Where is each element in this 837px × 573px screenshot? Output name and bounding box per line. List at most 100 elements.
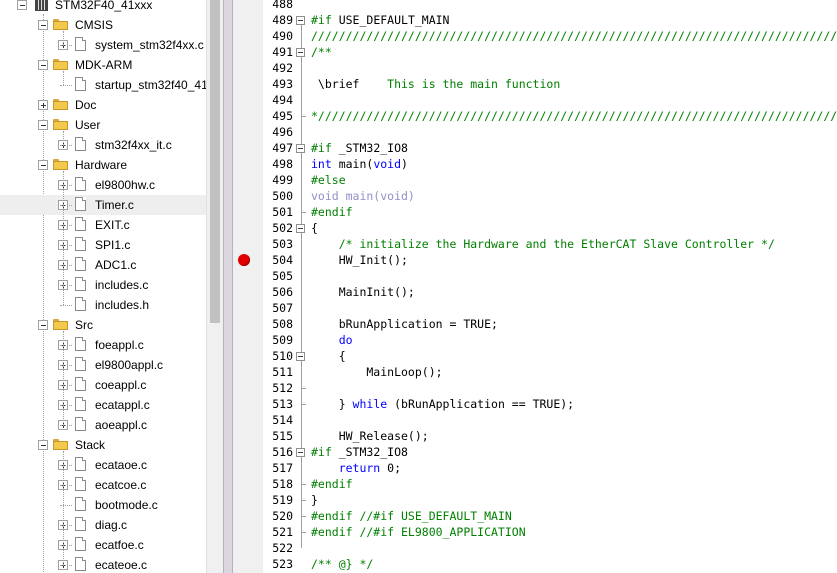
code-line[interactable]: #else	[311, 172, 346, 188]
code-line[interactable]: *///////////////////////////////////////…	[311, 108, 837, 124]
code-line[interactable]: {	[311, 348, 346, 364]
scrollbar-thumb[interactable]	[210, 0, 220, 323]
tree-file[interactable]: EXIT.c	[0, 215, 206, 235]
fold-collapse-icon[interactable]	[296, 144, 305, 153]
tree-folder[interactable]: Stack	[0, 435, 206, 455]
file-icon	[75, 257, 86, 271]
folder-icon	[53, 439, 68, 450]
code-line[interactable]: #if USE_DEFAULT_MAIN	[311, 12, 449, 28]
code-line[interactable]: #if _STM32_IO8	[311, 140, 408, 156]
tree-file[interactable]: ecatcoe.c	[0, 475, 206, 495]
code-line[interactable]: #endif //#if USE_DEFAULT_MAIN	[311, 508, 512, 524]
code-token: ////////////////////////////////////////…	[311, 29, 837, 43]
tree-folder[interactable]: Src	[0, 315, 206, 335]
code-line[interactable]: do	[311, 332, 353, 348]
code-line[interactable]: /* initialize the Hardware and the Ether…	[311, 236, 775, 252]
fold-collapse-icon[interactable]	[296, 448, 305, 457]
collapse-minus-icon[interactable]	[38, 60, 48, 70]
line-number: 494	[272, 93, 293, 107]
tree-connector	[60, 265, 72, 266]
expand-plus-icon[interactable]	[38, 100, 48, 110]
code-line[interactable]: void main(void)	[311, 188, 415, 204]
tree-file[interactable]: ecatappl.c	[0, 395, 206, 415]
fold-collapse-icon[interactable]	[296, 48, 305, 57]
tree-connector	[60, 345, 72, 346]
tree-file[interactable]: bootmode.c	[0, 495, 206, 515]
tree-connector	[60, 305, 72, 306]
code-line[interactable]: MainInit();	[311, 284, 415, 300]
tree-folder[interactable]: CMSIS	[0, 15, 206, 35]
tree-file[interactable]: system_stm32f4xx.c	[0, 35, 206, 55]
tree-folder[interactable]: MDK-ARM	[0, 55, 206, 75]
code-line[interactable]: #endif	[311, 476, 353, 492]
collapse-minus-icon[interactable]	[38, 320, 48, 330]
code-line[interactable]: bRunApplication = TRUE;	[311, 316, 498, 332]
tree-file[interactable]: el9800appl.c	[0, 355, 206, 375]
fold-end-marker	[301, 500, 306, 501]
code-line[interactable]: }	[311, 492, 318, 508]
collapse-minus-icon[interactable]	[38, 20, 48, 30]
collapse-minus-icon[interactable]	[38, 160, 48, 170]
code-token: #endif //#if EL9800_APPLICATION	[311, 525, 526, 539]
tree-file[interactable]: diag.c	[0, 515, 206, 535]
code-line[interactable]: HW_Release();	[311, 428, 429, 444]
code-line[interactable]: #endif	[311, 204, 353, 220]
tree-folder[interactable]: User	[0, 115, 206, 135]
tree-file[interactable]: includes.h	[0, 295, 206, 315]
code-line[interactable]: /**	[311, 44, 332, 60]
tree-folder[interactable]: Doc	[0, 95, 206, 115]
tree-file[interactable]: coeappl.c	[0, 375, 206, 395]
file-icon	[75, 237, 86, 251]
code-line[interactable]: HW_Init();	[311, 252, 408, 268]
tree-file[interactable]: ecataoe.c	[0, 455, 206, 475]
collapse-minus-icon[interactable]	[38, 440, 48, 450]
line-number: 495	[272, 109, 293, 123]
tree-file[interactable]: el9800hw.c	[0, 175, 206, 195]
tree-item-label: Timer.c	[95, 198, 134, 212]
tree-project[interactable]: STM32F40_41xxx	[0, 0, 206, 15]
code-line[interactable]: return 0;	[311, 460, 401, 476]
tree-file[interactable]: Timer.c	[0, 195, 206, 215]
project-tree[interactable]: STM32F40_41xxx CMSIS system_stm32f4xx.c MDK…	[0, 0, 206, 573]
line-number: 507	[272, 301, 293, 315]
line-number: 505	[272, 269, 293, 283]
tree-file[interactable]: SPI1.c	[0, 235, 206, 255]
tree-file[interactable]: ecatfoe.c	[0, 535, 206, 555]
code-line[interactable]: ////////////////////////////////////////…	[311, 28, 837, 44]
code-line[interactable]: int main(void)	[311, 156, 408, 172]
code-line[interactable]: MainLoop();	[311, 364, 442, 380]
line-number: 523	[272, 557, 293, 571]
tree-item-label: Src	[75, 318, 93, 332]
folder-icon	[53, 119, 68, 130]
tree-file[interactable]: stm32f4xx_it.c	[0, 135, 206, 155]
tree-file[interactable]: foeappl.c	[0, 335, 206, 355]
tree-file[interactable]: aoeappl.c	[0, 415, 206, 435]
fold-collapse-icon[interactable]	[296, 224, 305, 233]
code-line[interactable]: #if _STM32_IO8	[311, 444, 408, 460]
code-editor[interactable]: #if USE_DEFAULT_MAIN ////////////////////…	[309, 0, 837, 573]
file-icon	[75, 297, 86, 311]
tree-folder[interactable]: Hardware	[0, 155, 206, 175]
code-token: void	[373, 157, 402, 171]
tree-file[interactable]: ecateoe.c	[0, 555, 206, 573]
code-line[interactable]: \brief This is the main function	[311, 76, 560, 92]
tree-file[interactable]: includes.c	[0, 275, 206, 295]
code-line[interactable]: #endif //#if EL9800_APPLICATION	[311, 524, 526, 540]
tree-connector	[60, 45, 72, 46]
breakpoint-icon[interactable]	[238, 254, 250, 266]
project-tree-scrollbar[interactable]	[206, 0, 223, 573]
line-number: 519	[272, 493, 293, 507]
collapse-minus-icon[interactable]	[38, 120, 48, 130]
code-line[interactable]: /** @} */	[311, 556, 373, 572]
breakpoint-margin[interactable]	[233, 0, 263, 573]
tree-file[interactable]: startup_stm32f40_41xxx.s	[0, 75, 206, 95]
collapse-minus-icon[interactable]	[17, 0, 27, 10]
code-line[interactable]: {	[311, 220, 318, 236]
editor-splitter[interactable]	[223, 0, 233, 573]
fold-collapse-icon[interactable]	[296, 352, 305, 361]
fold-margin[interactable]	[295, 0, 309, 573]
fold-collapse-icon[interactable]	[296, 16, 305, 25]
tree-file[interactable]: ADC1.c	[0, 255, 206, 275]
code-token: }	[311, 493, 318, 507]
code-line[interactable]: } while (bRunApplication == TRUE);	[311, 396, 574, 412]
